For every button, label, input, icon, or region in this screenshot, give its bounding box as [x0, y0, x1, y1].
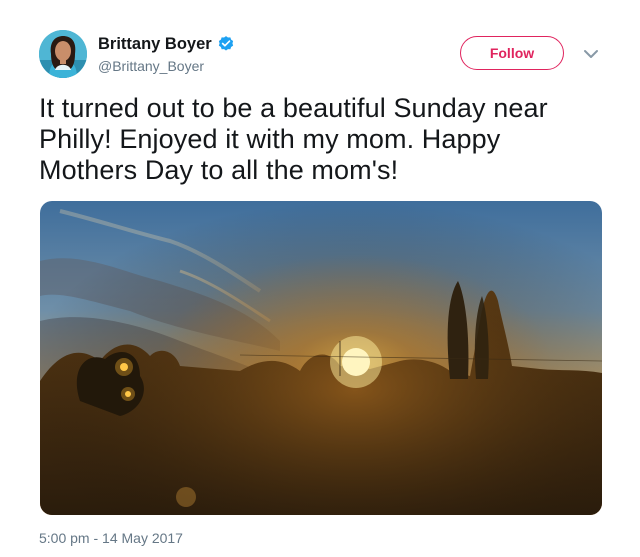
verified-badge-icon	[218, 36, 233, 51]
follow-button[interactable]: Follow	[460, 36, 564, 70]
author-names: Brittany Boyer @Brittany_Boyer	[98, 33, 235, 74]
tweet-header: Brittany Boyer @Brittany_Boyer Follow	[39, 30, 612, 80]
user-handle[interactable]: @Brittany_Boyer	[98, 58, 235, 74]
display-name[interactable]: Brittany Boyer	[98, 35, 212, 54]
display-name-row: Brittany Boyer	[98, 33, 235, 55]
chevron-down-icon[interactable]	[580, 46, 602, 62]
profile-photo-icon	[39, 30, 87, 78]
tweet-text: It turned out to be a beautiful Sunday n…	[39, 93, 548, 185]
sunset-photo-icon	[40, 201, 602, 515]
tweet-card: Brittany Boyer @Brittany_Boyer Follow It…	[0, 0, 640, 557]
tweet-photo[interactable]	[40, 201, 602, 515]
avatar[interactable]	[39, 30, 87, 78]
tweet-timestamp[interactable]: 5:00 pm - 14 May 2017	[39, 530, 183, 546]
